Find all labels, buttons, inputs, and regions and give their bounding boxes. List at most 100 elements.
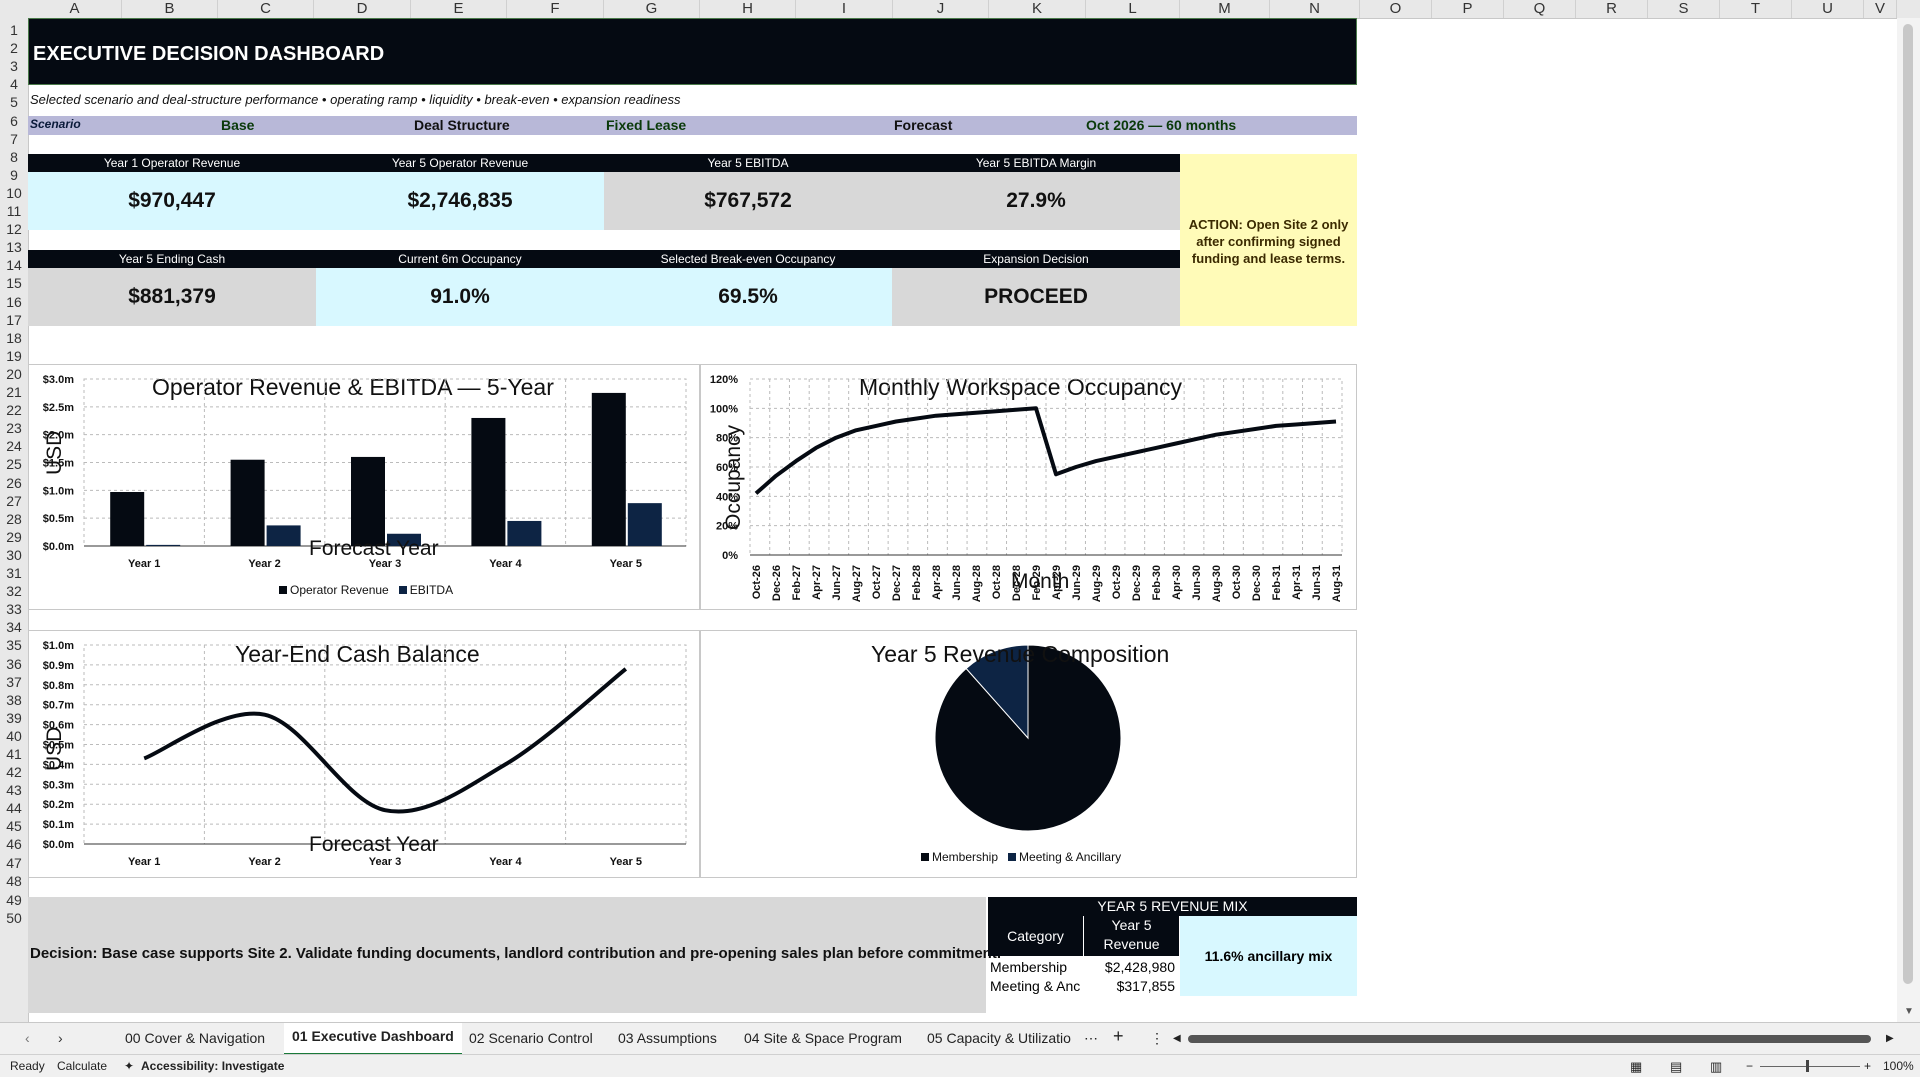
column-header[interactable]: B: [122, 0, 218, 18]
calculate-button[interactable]: Calculate: [57, 1059, 107, 1073]
zoom-out-icon[interactable]: −: [1746, 1059, 1753, 1073]
more-tabs-icon[interactable]: ⋯: [1084, 1030, 1098, 1047]
tab-scroll-right-icon[interactable]: ›: [58, 1030, 63, 1046]
cash-balance-chart[interactable]: Year-End Cash Balance $0.0m $0.1m $0.2m $0.…: [28, 630, 700, 878]
tab-options-icon[interactable]: ⋮: [1150, 1030, 1164, 1047]
row-header[interactable]: 36: [0, 656, 28, 672]
column-header[interactable]: M: [1180, 0, 1270, 18]
column-header[interactable]: P: [1432, 0, 1504, 18]
hscroll-right-icon[interactable]: ▶: [1886, 1033, 1894, 1044]
column-header[interactable]: I: [796, 0, 893, 18]
tab-assumptions[interactable]: 03 Assumptions: [618, 1030, 717, 1046]
row-header[interactable]: 18: [0, 330, 28, 346]
row-header[interactable]: 8: [0, 149, 28, 165]
scroll-down-icon[interactable]: ▼: [1904, 1006, 1914, 1017]
row-header[interactable]: 16: [0, 294, 28, 310]
row-header[interactable]: 42: [0, 764, 28, 780]
column-header[interactable]: J: [893, 0, 989, 18]
row-header[interactable]: 31: [0, 565, 28, 581]
column-header[interactable]: D: [314, 0, 411, 18]
row-header[interactable]: 17: [0, 312, 28, 328]
row-header[interactable]: 22: [0, 402, 28, 418]
zoom-in-icon[interactable]: +: [1864, 1059, 1871, 1073]
occupancy-chart[interactable]: Monthly Workspace Occupancy 0% 20% 40% 60% 8…: [700, 364, 1357, 610]
column-header[interactable]: F: [507, 0, 604, 18]
tab-scenario-control[interactable]: 02 Scenario Control: [469, 1030, 593, 1046]
row-header[interactable]: 43: [0, 782, 28, 798]
tab-capacity-utilization[interactable]: 05 Capacity & Utilizatio: [927, 1030, 1071, 1046]
row-header[interactable]: 25: [0, 456, 28, 472]
column-header[interactable]: O: [1360, 0, 1432, 18]
column-header[interactable]: U: [1792, 0, 1864, 18]
column-header[interactable]: G: [604, 0, 700, 18]
row-header[interactable]: 33: [0, 601, 28, 617]
tab-site-space-program[interactable]: 04 Site & Space Program: [744, 1030, 902, 1046]
column-header[interactable]: K: [989, 0, 1086, 18]
row-header[interactable]: 26: [0, 475, 28, 491]
tab-scroll-left-icon[interactable]: ‹: [25, 1030, 30, 1046]
row-header[interactable]: 27: [0, 493, 28, 509]
row-header[interactable]: 50: [0, 910, 28, 926]
row-header[interactable]: 15: [0, 275, 28, 291]
row-header[interactable]: 1: [0, 22, 28, 38]
row-header[interactable]: 13: [0, 239, 28, 255]
row-header[interactable]: 44: [0, 800, 28, 816]
row-header[interactable]: 48: [0, 873, 28, 889]
row-header[interactable]: 6: [0, 113, 28, 129]
column-header[interactable]: R: [1576, 0, 1648, 18]
row-header[interactable]: 11: [0, 203, 28, 219]
column-header[interactable]: N: [1270, 0, 1360, 18]
column-header[interactable]: C: [218, 0, 314, 18]
row-header[interactable]: 49: [0, 892, 28, 908]
page-break-icon[interactable]: ▥: [1710, 1059, 1722, 1075]
row-header[interactable]: 5: [0, 94, 28, 110]
row-header[interactable]: 14: [0, 257, 28, 273]
zoom-slider[interactable]: [1760, 1066, 1860, 1067]
column-header[interactable]: A: [28, 0, 122, 18]
column-header[interactable]: L: [1086, 0, 1180, 18]
row-header[interactable]: 7: [0, 131, 28, 147]
vertical-scrollbar[interactable]: ▼: [1897, 18, 1920, 1022]
scroll-thumb[interactable]: [1903, 24, 1913, 984]
column-header[interactable]: Q: [1504, 0, 1576, 18]
row-header[interactable]: 47: [0, 855, 28, 871]
row-header[interactable]: 19: [0, 348, 28, 364]
row-header[interactable]: 40: [0, 728, 28, 744]
hscroll-left-icon[interactable]: ◀: [1173, 1033, 1181, 1044]
row-header[interactable]: 21: [0, 384, 28, 400]
tab-executive-dashboard[interactable]: 01 Executive Dashboard: [284, 1023, 462, 1056]
row-header[interactable]: 32: [0, 583, 28, 599]
row-header[interactable]: 46: [0, 836, 28, 852]
column-header[interactable]: H: [700, 0, 796, 18]
row-header[interactable]: 38: [0, 692, 28, 708]
accessibility-status[interactable]: Accessibility: Investigate: [141, 1059, 284, 1073]
row-header[interactable]: 23: [0, 420, 28, 436]
row-header[interactable]: 12: [0, 221, 28, 237]
normal-view-icon[interactable]: ▦: [1630, 1059, 1642, 1075]
zoom-slider-handle[interactable]: [1806, 1060, 1809, 1072]
column-header[interactable]: T: [1720, 0, 1792, 18]
row-header[interactable]: 37: [0, 674, 28, 690]
column-header[interactable]: S: [1648, 0, 1720, 18]
row-header[interactable]: 10: [0, 185, 28, 201]
row-header[interactable]: 39: [0, 710, 28, 726]
revenue-composition-chart[interactable]: Year 5 Revenue Composition Membership Me…: [700, 630, 1357, 878]
row-header[interactable]: 2: [0, 40, 28, 56]
row-header[interactable]: 41: [0, 746, 28, 762]
row-header[interactable]: 4: [0, 76, 28, 92]
revenue-ebitda-chart[interactable]: Operator Revenue & EBITDA — 5-Year $0.0m…: [28, 364, 700, 610]
row-header[interactable]: 35: [0, 637, 28, 653]
horizontal-scrollbar-thumb[interactable]: [1188, 1035, 1871, 1043]
row-header[interactable]: 24: [0, 438, 28, 454]
row-header[interactable]: 34: [0, 619, 28, 635]
row-header[interactable]: 9: [0, 167, 28, 183]
tab-cover-navigation[interactable]: 00 Cover & Navigation: [125, 1030, 265, 1046]
row-header[interactable]: 20: [0, 366, 28, 382]
row-header[interactable]: 3: [0, 58, 28, 74]
row-header[interactable]: 45: [0, 818, 28, 834]
column-header[interactable]: E: [411, 0, 507, 18]
page-layout-icon[interactable]: ▤: [1670, 1059, 1682, 1075]
row-header[interactable]: 28: [0, 511, 28, 527]
column-header[interactable]: V: [1864, 0, 1897, 18]
row-header[interactable]: 29: [0, 529, 28, 545]
